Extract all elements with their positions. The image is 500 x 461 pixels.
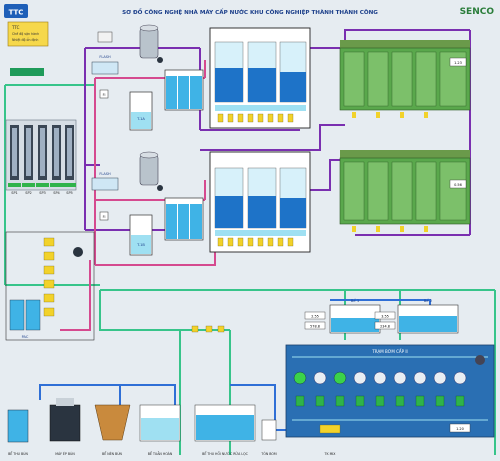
dosing-pump-b[interactable] bbox=[157, 185, 163, 191]
pump-station-title: TRẠM BƠM CẤP II bbox=[371, 349, 407, 354]
clarifier-a bbox=[209, 27, 311, 129]
tank-t1a-label: T.1A bbox=[136, 117, 145, 121]
pac-pump-2[interactable] bbox=[43, 251, 55, 261]
filter-block-b: 0.56 bbox=[339, 150, 471, 232]
ro-tank-label: TK MIX bbox=[324, 452, 337, 456]
sludge-press[interactable] bbox=[49, 404, 81, 442]
clean-tank-1-label: Bể 1 bbox=[351, 298, 360, 303]
station-pump-1[interactable] bbox=[293, 371, 307, 385]
station-pump-3[interactable] bbox=[333, 371, 347, 385]
tank-t1b-label: T.1B bbox=[136, 243, 145, 247]
legend-title: TTC bbox=[11, 25, 20, 30]
pac-pump-5[interactable] bbox=[43, 293, 55, 303]
pac-label: PAC bbox=[22, 335, 29, 339]
flash-b-label: FLASH bbox=[99, 172, 111, 176]
fi-b-label: FI bbox=[103, 215, 106, 219]
press-label: MÁY ÉP BÙN bbox=[55, 451, 75, 456]
station-pump-2[interactable] bbox=[313, 371, 327, 385]
settle-label: BỂ TUẦN HOÀN bbox=[148, 451, 173, 456]
station-pump-9[interactable] bbox=[453, 371, 467, 385]
dosing-pump-a[interactable] bbox=[157, 57, 163, 63]
chemical-tank-a1[interactable] bbox=[139, 27, 159, 59]
tank2-level-readout: 3.55 bbox=[381, 315, 389, 319]
sludge-tank-label: BỂ THU BÙN bbox=[8, 451, 28, 456]
thickener-label: BỂ NÉN BÙN bbox=[102, 451, 123, 456]
legend-line-1: Chế độ vận hành bbox=[12, 32, 39, 36]
pac-pump-1[interactable] bbox=[43, 237, 55, 247]
filter-block-a: 1.23 bbox=[339, 40, 471, 118]
intake-pump-1-label: SP1 bbox=[11, 191, 18, 195]
legend-box: TTC Chế độ vận hành Nhiệt độ ổn định bbox=[7, 21, 49, 47]
flash-a-box[interactable] bbox=[97, 31, 113, 43]
filter-a-readout: 1.23 bbox=[454, 61, 462, 65]
station-main-motor[interactable] bbox=[475, 355, 485, 365]
intake-pumps: SP1 SP2 SP3 SP4 SP5 bbox=[5, 119, 77, 195]
sump-label: TÔN BOM bbox=[260, 451, 276, 456]
recycle-label: BỂ THU HỒI NƯỚC RỬA LỌC bbox=[202, 451, 248, 456]
logo-right: SENCO bbox=[460, 7, 495, 17]
station-pump-5[interactable] bbox=[373, 371, 387, 385]
flash-a-label: FLASH bbox=[99, 55, 111, 59]
station-pump-6[interactable] bbox=[393, 371, 407, 385]
tank1-level-readout: 2.55 bbox=[311, 315, 319, 319]
pac-pump-4[interactable] bbox=[43, 279, 55, 289]
valve-2[interactable] bbox=[205, 325, 213, 333]
pac-pump-6[interactable] bbox=[43, 307, 55, 317]
station-pump-4[interactable] bbox=[353, 371, 367, 385]
clean-tank-2-label: Bể 2 bbox=[424, 298, 433, 303]
pressure-readout: 1.20 bbox=[456, 427, 464, 431]
pump-station-panel: TRẠM BƠM CẤP II 1.20 bbox=[285, 344, 495, 438]
valves bbox=[191, 325, 225, 333]
sludge-tank bbox=[7, 409, 29, 443]
station-pump-7[interactable] bbox=[413, 371, 427, 385]
intake-pump-2-label: SP2 bbox=[25, 191, 32, 195]
pac-pump-3[interactable] bbox=[43, 265, 55, 275]
valve-3[interactable] bbox=[217, 325, 225, 333]
legend-line-2: Nhiệt độ ổn định bbox=[12, 37, 38, 42]
tank1-flow-readout: 578.8 bbox=[310, 325, 320, 329]
scada-diagram: TTC SƠ ĐỒ CÔNG NGHỆ NHÀ MÁY CẤP NƯỚC KHU… bbox=[0, 0, 500, 461]
fi-a-label: FI bbox=[103, 93, 106, 97]
clarifier-b bbox=[209, 151, 311, 253]
pac-mixer[interactable] bbox=[73, 247, 83, 257]
intake-pump-5-label: SP5 bbox=[66, 191, 73, 195]
valve-1[interactable] bbox=[191, 325, 199, 333]
chemical-tank-b1[interactable] bbox=[139, 154, 159, 186]
station-pump-8[interactable] bbox=[433, 371, 447, 385]
intake-pump-3-label: SP3 bbox=[39, 191, 46, 195]
raw-water-label bbox=[10, 68, 44, 76]
tank2-flow-readout: 234.8 bbox=[380, 325, 390, 329]
filter-b-readout: 0.56 bbox=[454, 183, 462, 187]
intake-pump-4-label: SP4 bbox=[53, 191, 60, 195]
logo-left-text: TTC bbox=[9, 9, 24, 17]
